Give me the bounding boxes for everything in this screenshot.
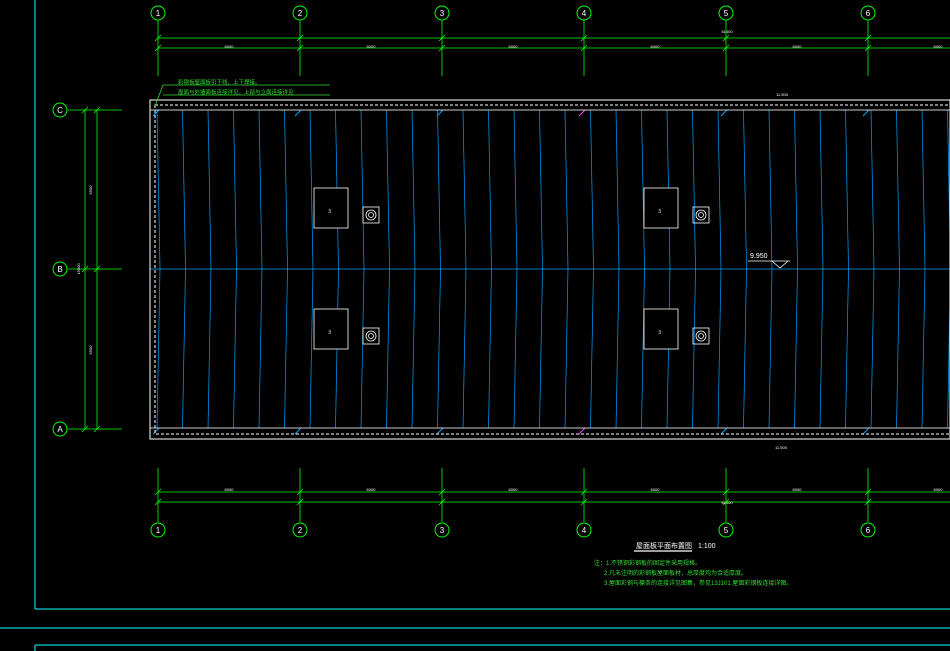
dim-label: 6000 (367, 487, 377, 492)
drawing-title: 屋面板平面布置图 (636, 541, 692, 550)
grid-bubble-label: 1 (156, 526, 161, 535)
dim-total: 61400 (721, 500, 733, 505)
dim-label: 6000 (225, 487, 235, 492)
dim-label: 6000 (509, 487, 519, 492)
dim-label: 6000 (934, 44, 944, 49)
annotation-text-1: 彩钢板屋面板引下线，上下焊接。 (178, 78, 261, 86)
equipment-label: 1# (327, 329, 332, 334)
floor-plan-drawing: 6000 6000 6000 6000 6000 6000 61400 6000 6000 600… (0, 0, 950, 651)
grid-bubble-label: B (57, 265, 62, 274)
grid-bubble-label: 6 (866, 9, 871, 18)
dim-label: 6000 (225, 44, 235, 49)
equipment-box (313, 187, 349, 229)
dim-label: 6000 (509, 44, 519, 49)
general-notes: 注：1.不锈钢彩钢板的固定件采用规格。 2.凡未注明的彩钢板屋面板材，总厚度均为… (594, 559, 792, 589)
dim-label: 5500 (88, 345, 93, 355)
grid-bubble-label: 2 (298, 526, 303, 535)
grid-bubble-label: 4 (582, 526, 587, 535)
dim-label: 6000 (651, 44, 661, 49)
annotation-text-2: 屋面与外墙面板连接详见，上部与立面连接详见 (178, 88, 294, 96)
grid-bubble-label: A (57, 425, 63, 434)
grid-bubble-label: 3 (440, 526, 445, 535)
drawing-title-block: 屋面板平面布置图 1:100 (634, 541, 716, 552)
grid-bubble-label: 6 (866, 526, 871, 535)
grid-bubble-label: 3 (440, 9, 445, 18)
elevation-bottom: 11.500 (775, 445, 788, 450)
grid-bubble-label: 5 (724, 9, 729, 18)
equipment-label: 1# (327, 208, 332, 213)
equipment-label: 1# (657, 329, 662, 334)
note-3: 3.屋面彩钢与檩条的连接详见图集，参见13J101 屋面彩钢板连接详图。 (604, 581, 793, 587)
dim-total: 61400 (721, 29, 733, 34)
elevation-mid: 9.950 (750, 253, 768, 260)
grid-bubble-label: C (57, 106, 63, 115)
equipment-box (313, 308, 349, 350)
grid-bubble-label: 4 (582, 9, 587, 18)
equipment-box (643, 308, 679, 350)
note-1: 注：1.不锈钢彩钢板的固定件采用规格。 (594, 561, 702, 567)
drawing-scale: 1:100 (698, 543, 716, 550)
drawing-background (0, 0, 950, 651)
dim-label: 6000 (934, 487, 944, 492)
dim-label: 6000 (651, 487, 661, 492)
grid-bubble-label: 2 (298, 9, 303, 18)
grid-bubble-label: 5 (724, 526, 729, 535)
dim-label: 6000 (793, 487, 803, 492)
elevation-top: 11.500 (776, 92, 789, 97)
dim-label: 6000 (367, 44, 377, 49)
dim-label: 5500 (88, 185, 93, 195)
equipment-box (643, 187, 679, 229)
grid-bubble-label: 1 (156, 9, 161, 18)
equipment-label: 1# (657, 208, 662, 213)
dim-label: 6000 (793, 44, 803, 49)
note-2: 2.凡未注明的彩钢板屋面板材，总厚度均为合适厚度。 (604, 571, 748, 577)
dim-total: 15500 (76, 263, 81, 275)
